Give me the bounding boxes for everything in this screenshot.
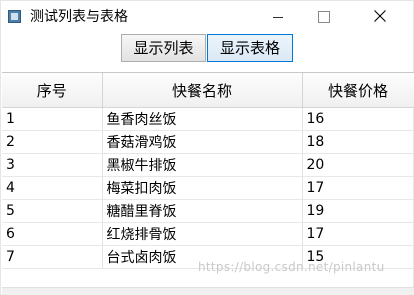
cell-name[interactable]: 鱼香肉丝饭 xyxy=(102,107,303,131)
horizontal-scrollbar[interactable] xyxy=(2,287,414,295)
table-row[interactable]: 3 黑椒牛排饭 20 xyxy=(2,153,414,177)
cell-index[interactable]: 6 xyxy=(2,222,103,246)
cell-index[interactable]: 4 xyxy=(2,176,103,200)
table-row[interactable]: 4 梅菜扣肉饭 17 xyxy=(2,176,414,200)
table-row[interactable]: 1 鱼香肉丝饭 16 xyxy=(2,107,414,131)
cell-price[interactable]: 17 xyxy=(302,222,414,246)
cell-index[interactable]: 5 xyxy=(2,199,103,223)
minimize-button[interactable] xyxy=(255,1,301,33)
cell-name[interactable]: 梅菜扣肉饭 xyxy=(102,176,303,200)
cell-price[interactable]: 20 xyxy=(302,153,414,177)
toolbar: 显示列表 显示表格 xyxy=(1,33,413,67)
table-row[interactable]: 2 香菇滑鸡饭 18 xyxy=(2,130,414,154)
cell-name[interactable]: 红烧排骨饭 xyxy=(102,222,303,246)
cell-price[interactable]: 16 xyxy=(302,107,414,131)
table-row[interactable]: 6 红烧排骨饭 17 xyxy=(2,222,414,246)
cell-index[interactable]: 7 xyxy=(2,245,103,269)
cell-name[interactable]: 糖醋里脊饭 xyxy=(102,199,303,223)
cell-index[interactable]: 1 xyxy=(2,107,103,131)
cell-price[interactable]: 19 xyxy=(302,199,414,223)
cell-index[interactable]: 2 xyxy=(2,130,103,154)
cell-index[interactable]: 3 xyxy=(2,153,103,177)
cell-price[interactable]: 17 xyxy=(302,176,414,200)
maximize-button[interactable] xyxy=(301,1,347,33)
show-table-button[interactable]: 显示表格 xyxy=(207,34,293,62)
column-header-index[interactable]: 序号 xyxy=(2,73,103,108)
column-header-price[interactable]: 快餐价格 xyxy=(302,73,414,108)
window-title: 测试列表与表格 xyxy=(30,9,128,25)
app-window: 测试列表与表格 显示列表 显示表格 序号 快餐名称 快餐价格 1 鱼香肉丝饭 1… xyxy=(0,0,414,295)
watermark-text: https://blog.csdn.net/pinlantu xyxy=(198,260,385,274)
app-window-icon xyxy=(8,10,21,23)
table-header-row: 序号 快餐名称 快餐价格 xyxy=(2,73,414,108)
column-header-name[interactable]: 快餐名称 xyxy=(102,73,303,108)
food-table: 序号 快餐名称 快餐价格 1 鱼香肉丝饭 16 2 香菇滑鸡饭 18 3 黑椒牛… xyxy=(2,72,414,288)
close-icon xyxy=(374,10,386,22)
close-button[interactable] xyxy=(347,1,393,33)
table-row[interactable]: 5 糖醋里脊饭 19 xyxy=(2,199,414,223)
cell-price[interactable]: 18 xyxy=(302,130,414,154)
show-list-button[interactable]: 显示列表 xyxy=(121,34,206,62)
cell-name[interactable]: 黑椒牛排饭 xyxy=(102,153,303,177)
cell-name[interactable]: 香菇滑鸡饭 xyxy=(102,130,303,154)
title-bar[interactable]: 测试列表与表格 xyxy=(1,1,413,33)
